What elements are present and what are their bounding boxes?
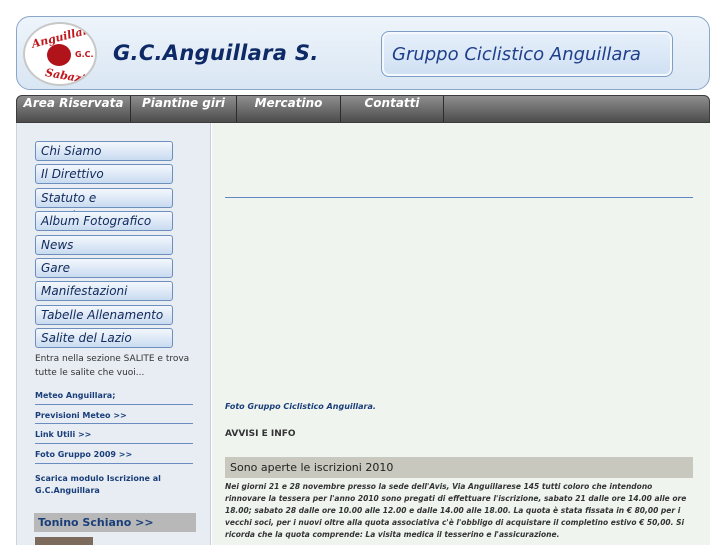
nav-mercatino[interactable]: Mercatino [237,96,341,122]
divider [35,423,193,424]
logo-bottom-text: Sabazia [44,65,94,86]
nav-area-riservata[interactable]: Area Riservata [17,96,131,122]
menu-chi-siamo[interactable]: Chi Siamo [35,141,173,161]
club-logo[interactable]: Anguillara G.C. Sabazia [23,22,97,86]
divider [225,197,693,198]
top-nav: Area Riservata Piantine giri Mercatino C… [16,95,710,123]
nav-contatti[interactable]: Contatti [341,96,444,122]
content-area: Chi Siamo Il Direttivo Statuto e Regolam… [16,123,710,545]
menu-album-fotografico[interactable]: Album Fotografico [35,211,173,231]
salite-note: Entra nella sezione SALITE e trova tutte… [35,354,190,378]
section-title: AVVISI E INFO [225,429,296,439]
menu-il-direttivo[interactable]: Il Direttivo [35,164,173,184]
divider [35,463,193,464]
menu-news[interactable]: News [35,235,173,255]
menu-tabelle-allenamento[interactable]: Tabelle Allenamento [35,305,173,325]
news-body: Nei giorni 21 e 28 novembre presso la se… [225,482,687,539]
photo-caption: Foto Gruppo Ciclistico Anguillara. [225,402,376,411]
link-scarica-modulo[interactable]: Scarica modulo Iscrizione al G.C.Anguill… [35,473,175,497]
logo-badge-text: G.C. [75,50,94,59]
title-box-text: Gruppo Ciclistico Anguillara [392,44,641,65]
cyclist-icon [47,44,71,66]
link-link-utili[interactable]: Link Utili >> [35,429,193,441]
news-title: Sono aperte le iscrizioni 2010 [225,457,693,478]
menu-gare[interactable]: Gare [35,258,173,278]
menu-statuto[interactable]: Statuto e Regolamento [35,188,173,223]
site-header: Anguillara G.C. Sabazia G.C.Anguillara S… [16,16,710,90]
divider [35,404,193,405]
sidebar: Chi Siamo Il Direttivo Statuto e Regolam… [17,123,211,545]
main-content: Foto Gruppo Ciclistico Anguillara. AVVIS… [212,123,710,545]
link-foto-gruppo[interactable]: Foto Gruppo 2009 >> [35,449,193,461]
page: Anguillara G.C. Sabazia G.C.Anguillara S… [0,0,727,545]
menu-manifestazioni[interactable]: Manifestazioni [35,281,173,301]
link-previsioni-meteo[interactable]: Previsioni Meteo >> [35,410,193,422]
title-box: Gruppo Ciclistico Anguillara [381,31,673,77]
nav-piantine-giri[interactable]: Piantine giri [131,96,237,122]
sidebar-photo[interactable] [35,537,93,545]
link-meteo-anguillara[interactable]: Meteo Anguillara; [35,390,193,402]
menu-salite-del-lazio[interactable]: Salite del Lazio [35,328,173,348]
site-title: G.C.Anguillara S. [113,41,319,65]
divider [35,443,193,444]
sidebar-heading-tonino[interactable]: Tonino Schiano >> [34,513,196,532]
